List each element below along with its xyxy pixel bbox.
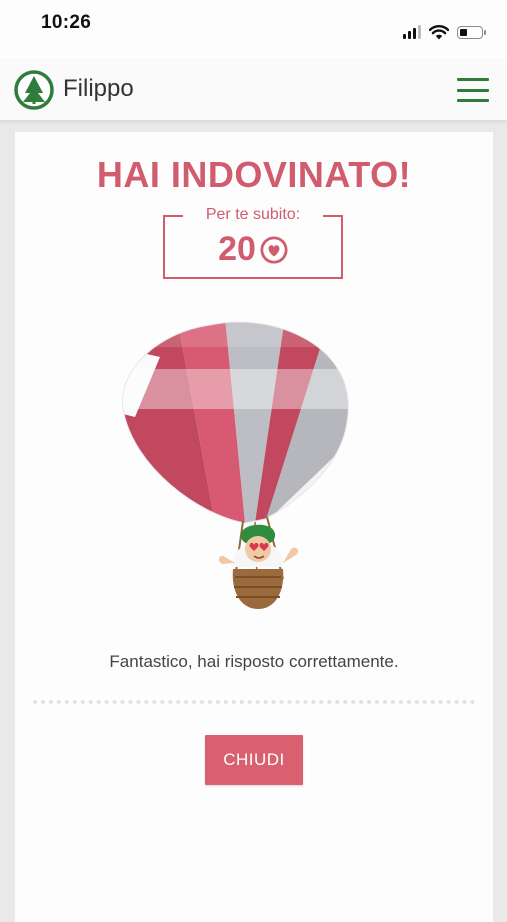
close-button[interactable]: CHIUDI [205,735,303,785]
app-header: Filippo [0,58,507,121]
brand-logo-icon [14,70,54,110]
battery-icon [457,25,486,39]
hot-air-balloon-illustration [121,321,349,609]
reward-label: Per te subito: [205,206,301,223]
reward-box: Per te subito: 20 [163,206,343,279]
result-card: HAI INDOVINATO! Per te subito: 20 Fantas… [15,132,493,922]
hamburger-menu-button[interactable] [457,78,489,102]
menu-line [457,78,489,81]
wifi-icon [429,24,449,39]
result-message: Fantastico, hai risposto correttamente. [109,652,399,671]
reward-value-row: 20 [165,230,341,269]
status-time: 10:26 [41,12,92,33]
dotted-divider [33,700,475,704]
menu-line [457,88,489,92]
menu-line [457,99,489,102]
reward-value: 20 [218,230,256,268]
result-headline: HAI INDOVINATO! [96,154,412,195]
status-icons [403,22,486,42]
brand-name: Filippo [63,75,134,102]
heart-coin-icon [260,235,288,264]
cellular-signal-icon [403,25,421,39]
status-bar: 10:26 [0,0,507,58]
